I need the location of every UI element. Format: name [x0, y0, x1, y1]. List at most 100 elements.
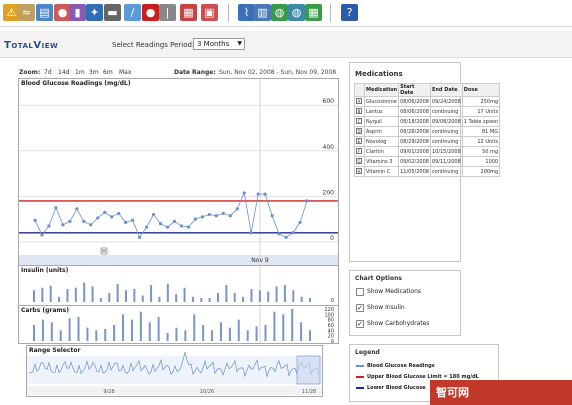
- checkbox[interactable]: ✓: [356, 319, 364, 328]
- glucose-point[interactable]: [165, 225, 170, 229]
- checkbox[interactable]: [356, 287, 364, 296]
- carbs-bar: [77, 317, 80, 341]
- glucose-point[interactable]: [186, 225, 191, 229]
- glucose-point[interactable]: [68, 219, 72, 223]
- clipboard-icon[interactable]: ▦: [180, 4, 197, 21]
- food-icon[interactable]: ≈: [18, 4, 35, 21]
- weight-icon[interactable]: ▬: [104, 4, 121, 21]
- glucose-point[interactable]: [61, 223, 65, 227]
- y-tick-label: 0: [331, 298, 334, 304]
- glucose-point[interactable]: [158, 222, 163, 226]
- glucose-point[interactable]: [200, 215, 204, 219]
- chart-option-show-carbohydrates[interactable]: ✓ Show Carbohydrates: [356, 319, 429, 329]
- insulin-chart[interactable]: 0 Insulin (units): [18, 266, 339, 306]
- medications-column-header[interactable]: [354, 83, 365, 97]
- medications-column-header[interactable]: Dose: [461, 83, 501, 97]
- glucose-point[interactable]: [214, 214, 218, 218]
- glucose-point[interactable]: [193, 217, 198, 221]
- glucose-point[interactable]: [96, 216, 100, 220]
- insulin-bar: [283, 285, 286, 302]
- glucose-point[interactable]: [138, 235, 142, 239]
- glucose-point[interactable]: [228, 214, 232, 218]
- glucose-point[interactable]: [179, 224, 184, 228]
- glucose-point[interactable]: [298, 220, 302, 225]
- glucose-point[interactable]: [124, 220, 128, 225]
- readings-period-select[interactable]: 3 Months ▼: [193, 38, 245, 50]
- medication-row[interactable]: F Claritin 09/01/2008 10/15/2008 50 mg: [354, 146, 501, 157]
- apple-icon[interactable]: ●: [142, 4, 159, 21]
- carbs-chart[interactable]: 0 20 40 60 80 100 120 Carbs (grams): [18, 306, 339, 344]
- glucose-point[interactable]: [207, 212, 211, 217]
- medication-row[interactable]: E Novolog 08/29/2008 continuing 12 Units: [354, 136, 501, 147]
- help-icon[interactable]: ?: [341, 4, 358, 21]
- medications-column-header[interactable]: End Date: [429, 83, 463, 97]
- glucose-point[interactable]: [33, 218, 37, 222]
- range-window[interactable]: [296, 355, 321, 385]
- glucose-point[interactable]: [221, 211, 225, 216]
- glucose-chart[interactable]: 0 200 400 600 H Nov 9 Blood Glucose Readings …: [18, 78, 339, 266]
- chart-option-show-medications[interactable]: Show Medications: [356, 287, 421, 297]
- insulin-bar: [158, 296, 161, 302]
- glucose-point[interactable]: [249, 231, 253, 235]
- glucose-point[interactable]: [242, 191, 246, 195]
- medication-row[interactable]: B Lantus 08/06/2008 continuing 17 Units: [354, 106, 501, 117]
- glucose-point[interactable]: [103, 210, 107, 214]
- glucose-point[interactable]: [54, 206, 58, 210]
- globe-icon[interactable]: ◍: [271, 4, 288, 21]
- glucose-point[interactable]: [256, 192, 260, 196]
- glucose-point[interactable]: [47, 224, 51, 228]
- glucose-point[interactable]: [277, 232, 281, 236]
- range-selector[interactable]: 9/28 10/26 11/28 Range Selector: [26, 345, 323, 397]
- medication-row[interactable]: H Vitamin C 11/05/2008 continuing 200mg: [354, 166, 501, 177]
- line-chart-icon[interactable]: ⌇: [238, 4, 255, 21]
- glucose-point[interactable]: [89, 223, 93, 227]
- insulin-bar: [91, 286, 94, 302]
- notebook-icon[interactable]: ▤: [36, 4, 53, 21]
- bar-chart-icon[interactable]: ▥: [254, 4, 271, 21]
- medication-row[interactable]: A Glucosimine 08/06/2008 09/24/2008 250mg: [354, 96, 501, 107]
- medications-column-header[interactable]: Start Date: [398, 83, 431, 97]
- glucose-point[interactable]: [144, 225, 149, 229]
- y-tick-label: 60: [328, 323, 334, 329]
- glucose-point[interactable]: [305, 199, 309, 203]
- glucose-point[interactable]: [291, 231, 295, 235]
- insulin-bar: [83, 282, 86, 302]
- glucose-point[interactable]: [151, 212, 156, 217]
- thermometer-icon[interactable]: |: [159, 4, 176, 21]
- zoom-option-1m[interactable]: 1m: [75, 69, 85, 76]
- glucose-point[interactable]: [284, 235, 288, 239]
- legend-label: Blood Glucose Readings: [367, 363, 435, 369]
- medication-row[interactable]: C Nyquil 08/18/2008 09/08/2008 1 Table spoon: [354, 116, 501, 127]
- legend-title: Legend: [355, 349, 380, 356]
- glucose-point[interactable]: [110, 215, 114, 219]
- zoom-option-7d[interactable]: 7d: [44, 69, 52, 76]
- glucose-point[interactable]: [263, 192, 267, 196]
- zoom-option-3m[interactable]: 3m: [89, 69, 99, 76]
- syringe-icon[interactable]: /: [124, 4, 141, 21]
- exercise-icon[interactable]: ✦: [86, 4, 103, 21]
- area-chart-icon[interactable]: ▦: [305, 4, 322, 21]
- glucose-point[interactable]: [75, 207, 79, 211]
- report-icon[interactable]: ▣: [201, 4, 218, 21]
- zoom-option-max[interactable]: Max: [119, 69, 131, 76]
- legend-swatch: [356, 364, 364, 367]
- insulin-bar: [292, 290, 295, 302]
- checkbox[interactable]: ✓: [356, 303, 364, 312]
- medication-row[interactable]: G Vitamins 3 09/02/2008 09/11/2008 1000: [354, 156, 501, 167]
- glucose-point[interactable]: [235, 207, 239, 211]
- glucose-plot: 0 200 400 600 H Nov 9: [19, 79, 338, 265]
- glucose-point[interactable]: [131, 218, 135, 222]
- globe-alt-icon[interactable]: ◍: [288, 4, 305, 21]
- glucose-point[interactable]: [172, 219, 177, 223]
- glucose-point[interactable]: [270, 214, 274, 218]
- medications-column-header[interactable]: Medication: [363, 83, 400, 97]
- medication-marker: C: [354, 116, 365, 127]
- glucose-point[interactable]: [117, 211, 121, 216]
- zoom-option-14d[interactable]: 14d: [58, 69, 69, 76]
- zoom-option-6m[interactable]: 6m: [103, 69, 113, 76]
- chart-option-show-insulin[interactable]: ✓ Show Insulin: [356, 303, 405, 313]
- glucose-point[interactable]: [40, 233, 44, 237]
- medication-row[interactable]: D Asprin 08/26/2008 continuing 81 MG: [354, 126, 501, 137]
- test-strips-icon[interactable]: ▮: [69, 4, 86, 21]
- glucose-point[interactable]: [82, 219, 86, 223]
